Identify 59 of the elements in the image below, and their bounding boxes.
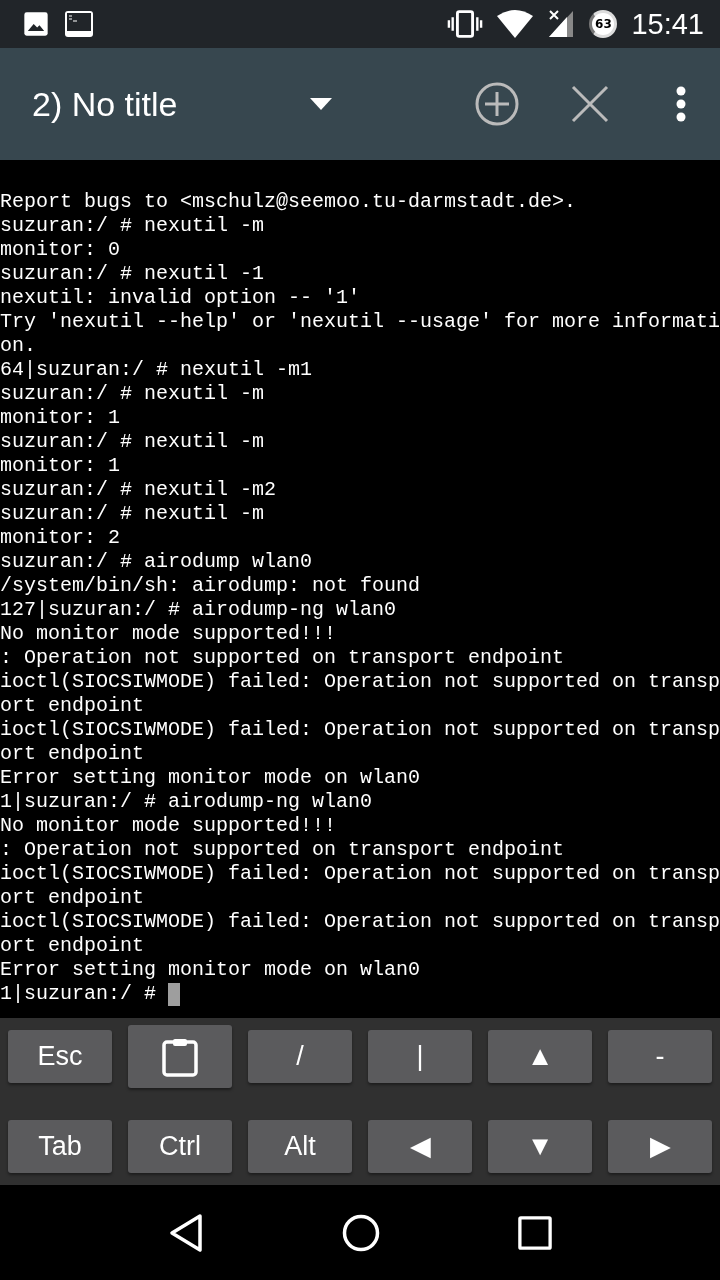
terminal-line: monitor: 0 <box>0 238 121 262</box>
signal-icon <box>547 9 576 39</box>
vibrate-icon <box>447 9 484 39</box>
image-icon <box>22 10 50 38</box>
terminal-line: Report bugs to <mschulz@seemoo.tu-darmstadt.de>. <box>0 190 577 214</box>
wifi-icon <box>497 10 534 38</box>
terminal-line: suzuran:/ # nexutil -1 <box>0 262 265 286</box>
terminal-line: 127|suzuran:/ # airodump-ng wlan0 <box>0 598 397 622</box>
key-button[interactable]: Esc <box>8 1030 112 1084</box>
terminal-line: ort endpoint <box>0 742 145 766</box>
terminal-line: ort endpoint <box>0 694 145 718</box>
caret-icon <box>310 98 332 110</box>
terminal-line: monitor: 2 <box>0 526 121 550</box>
terminal-line: : Operation not supported on transport endpoint <box>0 646 565 670</box>
terminal-line: : Operation not supported on transport endpoint <box>0 838 565 862</box>
terminal-line: Error setting monitor mode on wlan0 <box>0 958 421 982</box>
terminal-line: No monitor mode supported!!! <box>0 814 337 838</box>
terminal-line: monitor: 1 <box>0 454 121 478</box>
key-button[interactable]: | <box>368 1030 472 1084</box>
terminal-line: suzuran:/ # nexutil -m <box>0 502 265 526</box>
terminal-line: 1|suzuran:/ # airodump-ng wlan0 <box>0 790 373 814</box>
key-button[interactable]: ▶ <box>608 1119 712 1173</box>
terminal-line: Error setting monitor mode on wlan0 <box>0 766 421 790</box>
paste-key[interactable] <box>128 1025 232 1089</box>
key-button[interactable]: ◀ <box>368 1119 472 1173</box>
terminal-line: ioctl(SIOCSIWMODE) failed: Operation not supported on transp <box>0 718 720 742</box>
terminal-line: on. <box>0 334 36 358</box>
terminal-line: /system/bin/sh: airodump: not found <box>0 574 421 598</box>
terminal-line: ioctl(SIOCSIWMODE) failed: Operation not supported on transp <box>0 670 720 694</box>
terminal-line: suzuran:/ # nexutil -m2 <box>0 478 277 502</box>
battery-indicator: 63 <box>589 10 618 38</box>
terminal-line: No monitor mode supported!!! <box>0 622 337 646</box>
terminal-line: suzuran:/ # nexutil -m <box>0 430 265 454</box>
terminal-line: Try 'nexutil --help' or 'nexutil --usage' for more informati <box>0 310 720 334</box>
terminal-icon <box>64 10 94 38</box>
home-button[interactable] <box>341 1212 381 1253</box>
terminal-line: suzuran:/ # nexutil -m <box>0 382 265 406</box>
session-dropdown[interactable]: 2) No title <box>32 84 332 124</box>
terminal-line: nexutil: invalid option -- '1' <box>0 286 361 310</box>
terminal-line: suzuran:/ # nexutil -m <box>0 214 265 238</box>
key-button[interactable]: ▲ <box>488 1030 592 1084</box>
key-button[interactable]: Ctrl <box>128 1119 232 1173</box>
terminal-line: 1|suzuran:/ # <box>0 982 158 1006</box>
terminal-line: ioctl(SIOCSIWMODE) failed: Operation not supported on transp <box>0 910 720 934</box>
key-button[interactable]: Alt <box>248 1119 352 1173</box>
terminal-line: 64|suzuran:/ # nexutil -m1 <box>0 358 313 382</box>
key-button[interactable]: / <box>248 1030 352 1084</box>
clock: 15:41 <box>631 7 704 41</box>
key-button[interactable]: ▼ <box>488 1119 592 1173</box>
terminal-line: ort endpoint <box>0 934 145 958</box>
terminal-line: ioctl(SIOCSIWMODE) failed: Operation not supported on transp <box>0 862 720 886</box>
terminal-line: suzuran:/ # airodump wlan0 <box>0 550 313 574</box>
key-button[interactable]: Tab <box>8 1119 112 1173</box>
clipboard-icon <box>162 1036 198 1077</box>
terminal-line: ort endpoint <box>0 886 145 910</box>
recents-button[interactable] <box>517 1215 552 1250</box>
back-button[interactable] <box>168 1212 205 1253</box>
key-button[interactable]: - <box>608 1030 712 1084</box>
terminal-line: monitor: 1 <box>0 406 121 430</box>
